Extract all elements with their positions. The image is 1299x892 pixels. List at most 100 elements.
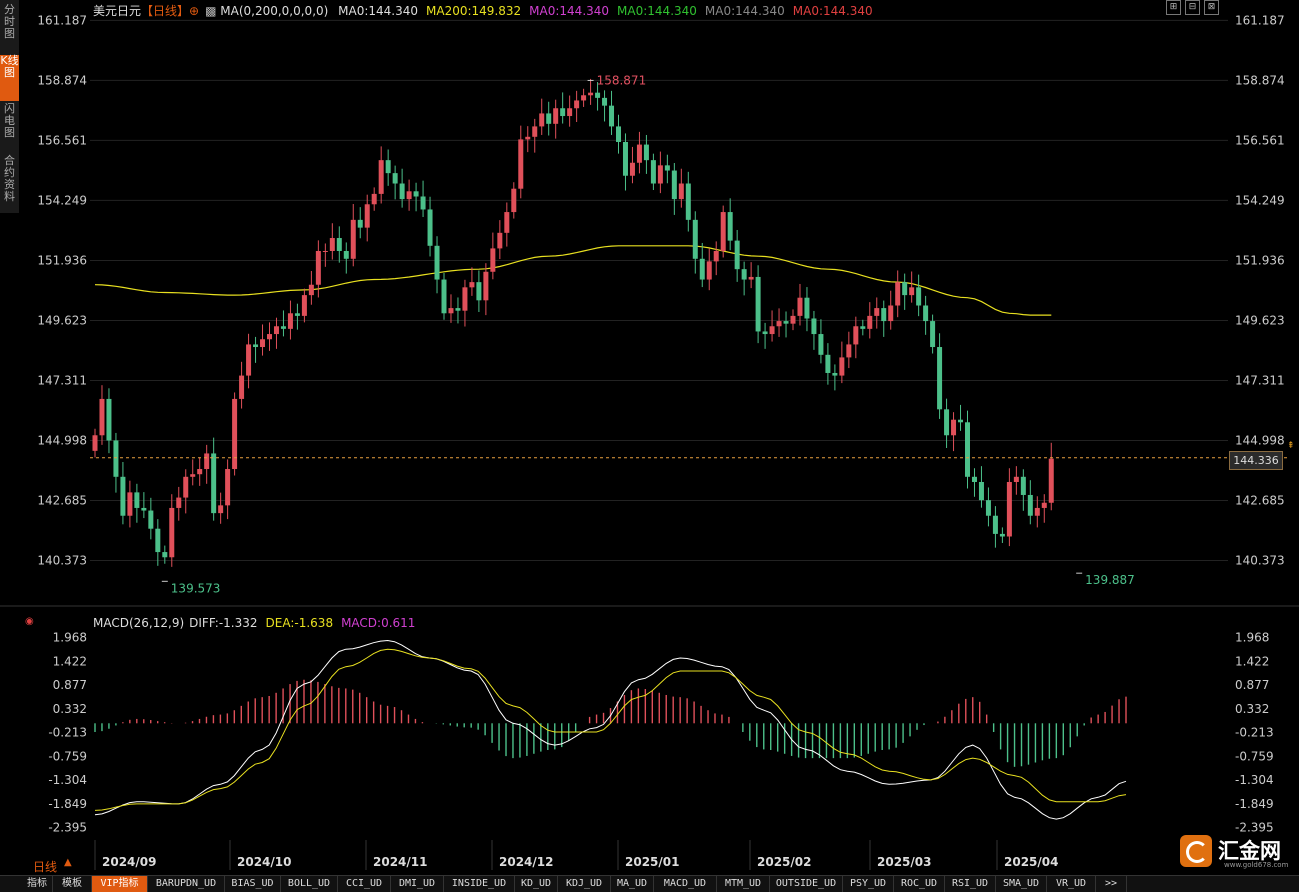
candle-body <box>797 297 803 316</box>
candle-body <box>113 440 119 477</box>
candle-body <box>692 219 698 259</box>
candle-body <box>588 92 594 96</box>
candle-body <box>727 212 733 241</box>
candle-body <box>469 282 475 288</box>
candle-body <box>846 344 852 358</box>
candle-body <box>406 191 412 200</box>
indicator-tab-20[interactable]: >> <box>1096 876 1127 892</box>
macd-y-tick-left-4: -0.213 <box>48 726 87 740</box>
candle-body <box>392 173 398 184</box>
indicator-tab-1[interactable]: 模板 <box>53 876 92 892</box>
candle-body <box>148 510 154 529</box>
window-button-2[interactable]: ⊠ <box>1204 0 1219 15</box>
candle-body <box>420 196 426 210</box>
candle-body <box>881 308 887 322</box>
indicator-tab-3[interactable]: BARUPDN_UD <box>148 876 225 892</box>
candle-body <box>267 334 272 340</box>
indicator-tab-15[interactable]: PSY_UD <box>843 876 894 892</box>
price-marker-icon: ⇞ <box>1287 441 1295 451</box>
ma-legend-0: MA0:144.340 <box>338 4 419 18</box>
candle-body <box>951 419 957 436</box>
indicator-tab-10[interactable]: KDJ_UD <box>558 876 611 892</box>
indicator-tab-18[interactable]: SMA_UD <box>996 876 1047 892</box>
indicator-tab-2[interactable]: VIP指标 <box>92 876 148 892</box>
candle-body <box>762 331 768 335</box>
x-tick-4: 2025/01 <box>625 855 679 869</box>
macd-y-tick-right-3: 0.332 <box>1235 702 1269 716</box>
candle-body <box>978 481 984 501</box>
macd-y-tick-left-7: -1.849 <box>48 797 87 811</box>
macd-y-tick-left-5: -0.759 <box>48 749 87 763</box>
indicator-tab-14[interactable]: OUTSIDE_UD <box>770 876 843 892</box>
candle-body <box>888 305 894 322</box>
candle-body <box>176 497 182 508</box>
candle-body <box>413 191 419 197</box>
candle-body <box>748 276 754 280</box>
y-tick-right-3: 154.249 <box>1235 193 1285 207</box>
logo: 汇金网 www.gold678.com <box>1180 833 1296 871</box>
candle-body <box>497 232 503 249</box>
candle-body <box>385 160 391 174</box>
indicator-tab-8[interactable]: INSIDE_UD <box>444 876 515 892</box>
y-tick-right-4: 151.936 <box>1235 253 1285 267</box>
logo-icon <box>1180 835 1212 867</box>
ma-params-icon[interactable]: ▩ <box>205 4 220 18</box>
settings-icon[interactable]: ⊕ <box>189 4 199 18</box>
y-tick-right-6: 147.311 <box>1235 373 1285 387</box>
candle-body <box>357 219 363 228</box>
indicator-tab-6[interactable]: CCI_UD <box>338 876 391 892</box>
candle-body <box>909 287 915 296</box>
macd-y-tick-left-1: 1.422 <box>53 654 87 668</box>
macd-y-tick-left-0: 1.968 <box>53 631 87 645</box>
candle-body <box>343 250 349 259</box>
indicator-tab-12[interactable]: MACD_UD <box>654 876 717 892</box>
candle-body <box>204 453 210 470</box>
candle-body <box>895 282 901 306</box>
period-label-top[interactable]: 【日线】 <box>141 4 189 18</box>
chart-area[interactable]: 161.187 161.187 158.874 158.874 156.561 156.5… <box>0 0 1299 891</box>
ma-legend-4: MA0:144.340 <box>704 4 785 18</box>
candle-body <box>622 141 628 176</box>
candle-body <box>120 476 126 516</box>
candle-body <box>322 250 328 252</box>
candle-body <box>958 419 964 423</box>
candle-body <box>329 238 335 251</box>
window-button-1[interactable]: ⊟ <box>1185 0 1200 15</box>
candle-body <box>106 398 112 441</box>
candle-body <box>636 144 642 163</box>
macd-settings-icon[interactable]: ◉ <box>25 616 34 627</box>
indicator-tab-16[interactable]: ROC_UD <box>894 876 945 892</box>
candle-body <box>280 326 286 329</box>
period-label[interactable]: 日线 <box>33 858 57 875</box>
indicator-tab-5[interactable]: BOLL_UD <box>281 876 338 892</box>
candle-body <box>581 95 587 101</box>
candle-body <box>860 326 866 329</box>
candle-body <box>755 276 761 332</box>
indicator-tab-17[interactable]: RSI_UD <box>945 876 996 892</box>
candle-body <box>378 160 384 194</box>
candle-body <box>441 279 447 314</box>
candle-body <box>1034 507 1040 516</box>
indicator-tab-19[interactable]: VR_UD <box>1047 876 1096 892</box>
indicator-tab-7[interactable]: DMI_UD <box>391 876 444 892</box>
candle-body <box>1013 476 1019 482</box>
window-button-0[interactable]: ⊞ <box>1166 0 1181 15</box>
indicator-tab-0[interactable]: 指标 <box>22 876 53 892</box>
candle-body <box>713 250 719 262</box>
period-toggle-icon[interactable]: ▲ <box>64 857 72 868</box>
candle-body <box>839 357 845 376</box>
candle-body <box>985 500 991 516</box>
dea-line <box>94 648 1127 811</box>
candle-body <box>308 284 314 296</box>
indicator-tab-4[interactable]: BIAS_UD <box>225 876 281 892</box>
candle-body <box>616 126 621 142</box>
indicator-tab-9[interactable]: KD_UD <box>515 876 558 892</box>
y-tick-left-5: 149.623 <box>37 313 87 327</box>
candle-body <box>790 315 796 324</box>
candle-body <box>301 295 307 316</box>
candle-body <box>155 528 161 553</box>
candle-body <box>1020 476 1026 495</box>
indicator-tab-13[interactable]: MTM_UD <box>717 876 770 892</box>
indicator-tab-11[interactable]: MA_UD <box>611 876 654 892</box>
macd-y-tick-right-4: -0.213 <box>1235 726 1274 740</box>
